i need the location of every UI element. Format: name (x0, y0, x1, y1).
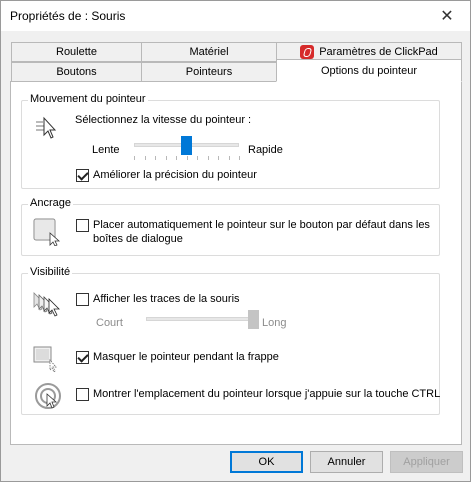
snap-group-title: Ancrage (28, 197, 73, 209)
show-location-label: Montrer l'emplacement du pointeur lorsqu… (93, 388, 441, 400)
tab-label: Boutons (56, 66, 97, 78)
apply-button[interactable]: Appliquer (390, 451, 463, 473)
tab-materiel[interactable]: Matériel (141, 42, 277, 62)
show-location-checkbox[interactable] (76, 388, 89, 401)
speed-slider-tick (176, 156, 177, 160)
visibility-group-title: Visibilité (28, 266, 73, 278)
trails-slider-track (146, 317, 253, 321)
snap-label: Placer automatiquement le pointeur sur l… (93, 219, 430, 231)
snap-to-icon (33, 218, 61, 246)
speed-slider-tick (144, 156, 146, 160)
tab-boutons[interactable]: Boutons (11, 62, 142, 82)
tab-label: Pointeurs (185, 66, 233, 78)
speed-slider-tick (218, 156, 219, 160)
show-location-icon (35, 383, 61, 409)
tab-label: Roulette (56, 46, 97, 58)
window-title: Propriétés de : Souris (10, 9, 126, 23)
pointer-speed-icon (36, 116, 57, 139)
cancel-button[interactable]: Annuler (310, 451, 383, 473)
trails-long-label: Long (262, 317, 287, 329)
motion-group-title: Mouvement du pointeur (28, 93, 148, 105)
pointer-trails-icon (33, 292, 60, 317)
close-icon[interactable]: ✕ (424, 1, 470, 31)
snap-label-line2: boîtes de dialogue (93, 233, 183, 245)
trails-slider-thumb[interactable] (247, 310, 259, 329)
trails-checkbox[interactable] (76, 293, 89, 306)
precision-checkbox[interactable] (76, 169, 89, 182)
hide-while-typing-icon (33, 346, 57, 373)
trails-label: Afficher les traces de la souris (93, 293, 240, 305)
speed-label: Sélectionnez la vitesse du pointeur : (75, 114, 252, 126)
speed-slider-tick (207, 156, 209, 160)
tab-options-pointeur[interactable]: Options du pointeur (276, 59, 462, 82)
tab-roulette[interactable]: Roulette (11, 42, 142, 62)
clickpad-icon (300, 45, 315, 59)
speed-slider-tick (239, 156, 240, 160)
speed-slider-thumb[interactable] (181, 136, 192, 155)
snap-checkbox[interactable] (76, 219, 89, 232)
speed-slider-tick (134, 156, 135, 160)
hide-pointer-checkbox[interactable] (76, 351, 89, 364)
speed-slow-label: Lente (92, 144, 120, 156)
tab-label: Options du pointeur (320, 64, 417, 77)
tab-label: Matériel (189, 46, 229, 58)
precision-label: Améliorer la précision du pointeur (93, 169, 257, 181)
snap-group: Ancrage Placer automatiquement le pointe… (21, 197, 440, 256)
mouse-properties-dialog: Propriétés de : Souris ✕ Roulette Matéri… (0, 0, 471, 482)
trails-short-label: Court (96, 317, 123, 329)
motion-group: Mouvement du pointeur Sélectionnez la vi… (21, 93, 440, 189)
tab-panel: Mouvement du pointeur Sélectionnez la vi… (10, 81, 462, 445)
title-bar: Propriétés de : Souris ✕ (1, 1, 470, 31)
speed-fast-label: Rapide (248, 144, 283, 156)
speed-slider-tick (186, 156, 188, 160)
tab-pointeurs[interactable]: Pointeurs (141, 62, 277, 82)
hide-pointer-label: Masquer le pointeur pendant la frappe (93, 351, 279, 363)
speed-slider-tick (228, 156, 230, 160)
speed-slider-tick (165, 156, 167, 160)
tab-label: Paramètres de ClickPad (319, 46, 438, 58)
visibility-group: Visibilité Afficher les traces de la sou… (21, 266, 441, 415)
ok-button[interactable]: OK (230, 451, 303, 473)
speed-slider-tick (155, 156, 156, 160)
speed-slider-tick (197, 156, 198, 160)
